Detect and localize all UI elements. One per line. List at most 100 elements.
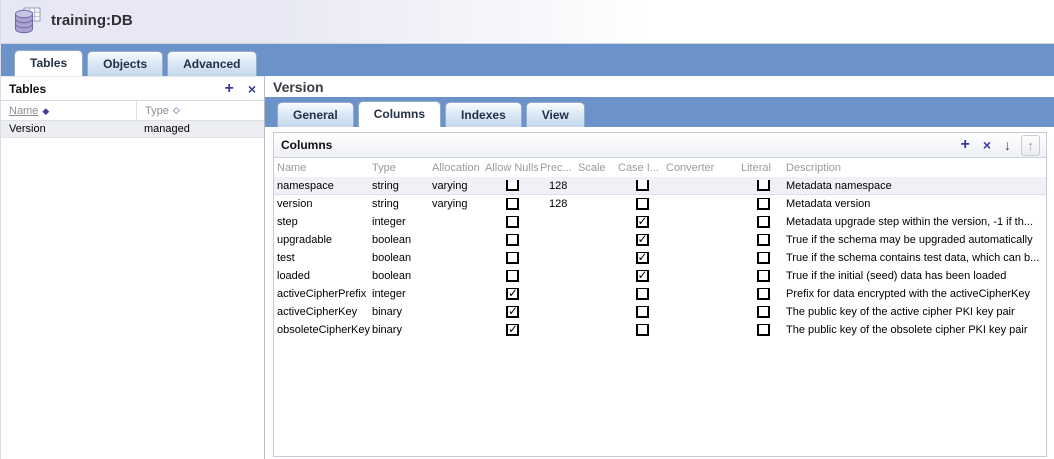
unchecked-checkbox[interactable]: [636, 198, 649, 210]
unchecked-checkbox[interactable]: [636, 306, 649, 318]
unchecked-checkbox[interactable]: [757, 216, 770, 228]
cell-allow-nulls: [485, 180, 540, 192]
header-cell-name[interactable]: Name: [277, 162, 372, 174]
header-cell-case-insensitive[interactable]: Case I...: [618, 162, 666, 174]
header-cell-converter[interactable]: Converter: [666, 162, 741, 174]
header-cell-type[interactable]: Type: [372, 162, 432, 174]
cell-allocation: varying: [432, 180, 485, 192]
tables-panel-title: Tables: [9, 82, 210, 96]
remove-table-icon[interactable]: ×: [248, 82, 256, 96]
cell-type: binary: [372, 324, 432, 336]
add-column-icon[interactable]: +: [960, 137, 969, 153]
detail-title: Version: [265, 76, 1054, 97]
unchecked-checkbox[interactable]: [506, 198, 519, 210]
checked-checkbox[interactable]: [636, 270, 649, 282]
tab-tables[interactable]: Tables: [14, 50, 83, 76]
window: training:DB Tables Objects Advanced Tabl…: [0, 0, 1054, 459]
cell-type: boolean: [372, 234, 432, 246]
sort-none-icon: ◇: [173, 105, 180, 116]
table-row[interactable]: testbooleanTrue if the schema contains t…: [274, 249, 1046, 267]
cell-literal: [741, 198, 786, 210]
checked-checkbox[interactable]: [636, 216, 649, 228]
cell-case-insensitive: [618, 180, 666, 192]
cell-case-insensitive: [618, 198, 666, 210]
unchecked-checkbox[interactable]: [636, 180, 649, 192]
cell-description: Prefix for data encrypted with the activ…: [786, 288, 1046, 300]
columns-panel: Columns + × ↓ ↑ Name Type Allocation All…: [273, 132, 1047, 457]
unchecked-checkbox[interactable]: [636, 324, 649, 336]
cell-case-insensitive: [618, 288, 666, 300]
sort-asc-icon: ◆: [42, 106, 49, 116]
header-cell-allow-nulls[interactable]: Allow Nulls: [485, 162, 540, 174]
window-title: training:DB: [51, 12, 133, 31]
cell-allow-nulls: [485, 288, 540, 300]
unchecked-checkbox[interactable]: [506, 216, 519, 228]
cell-literal: [741, 234, 786, 246]
cell-allow-nulls: [485, 306, 540, 318]
unchecked-checkbox[interactable]: [757, 306, 770, 318]
table-row[interactable]: activeCipherKeybinaryThe public key of t…: [274, 303, 1046, 321]
cell-type: integer: [372, 288, 432, 300]
checked-checkbox[interactable]: [636, 234, 649, 246]
checked-checkbox[interactable]: [506, 324, 519, 336]
cell-literal: [741, 180, 786, 192]
tab-view[interactable]: View: [526, 102, 585, 127]
columns-panel-wrap: Columns + × ↓ ↑ Name Type Allocation All…: [265, 127, 1054, 459]
checked-checkbox[interactable]: [636, 252, 649, 264]
unchecked-checkbox[interactable]: [506, 180, 519, 192]
unchecked-checkbox[interactable]: [757, 198, 770, 210]
unchecked-checkbox[interactable]: [757, 252, 770, 264]
tables-header-type[interactable]: Type◇: [136, 101, 264, 120]
cell-name: step: [277, 216, 372, 228]
cell-description: True if the schema contains test data, w…: [786, 252, 1046, 264]
columns-table-body: namespacestringvarying128Metadata namesp…: [274, 177, 1046, 339]
unchecked-checkbox[interactable]: [506, 234, 519, 246]
columns-panel-header: Columns + × ↓ ↑: [274, 133, 1046, 158]
unchecked-checkbox[interactable]: [757, 180, 770, 192]
table-row[interactable]: upgradablebooleanTrue if the schema may …: [274, 231, 1046, 249]
header-cell-scale[interactable]: Scale: [578, 162, 618, 174]
unchecked-checkbox[interactable]: [757, 288, 770, 300]
add-table-icon[interactable]: +: [224, 81, 233, 97]
unchecked-checkbox[interactable]: [506, 270, 519, 282]
unchecked-checkbox[interactable]: [757, 270, 770, 282]
cell-description: Metadata version: [786, 198, 1046, 210]
cell-name: loaded: [277, 270, 372, 282]
header-cell-precision[interactable]: Prec...: [540, 162, 578, 174]
checked-checkbox[interactable]: [506, 288, 519, 300]
table-row[interactable]: activeCipherPrefixintegerPrefix for data…: [274, 285, 1046, 303]
main-tab-bar: Tables Objects Advanced: [1, 44, 1054, 76]
tables-header-name[interactable]: Name◆: [1, 105, 136, 117]
tab-objects[interactable]: Objects: [87, 51, 163, 76]
table-row[interactable]: namespacestringvarying128Metadata namesp…: [274, 177, 1046, 195]
header-cell-literal[interactable]: Literal: [741, 162, 786, 174]
move-up-button[interactable]: ↑: [1021, 135, 1040, 156]
unchecked-checkbox[interactable]: [506, 252, 519, 264]
cell-table-name: Version: [1, 123, 136, 135]
move-down-icon[interactable]: ↓: [1004, 138, 1011, 152]
cell-type: string: [372, 198, 432, 210]
cell-type: boolean: [372, 270, 432, 282]
table-row[interactable]: stepintegerMetadata upgrade step within …: [274, 213, 1046, 231]
cell-literal: [741, 270, 786, 282]
table-row[interactable]: Version managed: [1, 121, 264, 138]
unchecked-checkbox[interactable]: [757, 324, 770, 336]
unchecked-checkbox[interactable]: [757, 234, 770, 246]
unchecked-checkbox[interactable]: [636, 288, 649, 300]
tab-columns[interactable]: Columns: [358, 101, 441, 127]
table-row[interactable]: versionstringvarying128Metadata version: [274, 195, 1046, 213]
cell-description: True if the initial (seed) data has been…: [786, 270, 1046, 282]
header-cell-description[interactable]: Description: [786, 162, 1046, 174]
window-header: training:DB: [1, 0, 1054, 44]
move-up-icon: ↑: [1027, 138, 1034, 153]
table-row[interactable]: obsoleteCipherKeybinaryThe public key of…: [274, 321, 1046, 339]
remove-column-icon[interactable]: ×: [983, 138, 991, 152]
tables-panel: Tables + × Name◆ Type◇ Version managed: [1, 76, 265, 459]
header-cell-allocation[interactable]: Allocation: [432, 162, 485, 174]
cell-literal: [741, 216, 786, 228]
checked-checkbox[interactable]: [506, 306, 519, 318]
tab-general[interactable]: General: [277, 102, 354, 127]
table-row[interactable]: loadedboolean True if the initial (seed) …: [274, 267, 1046, 285]
tab-advanced[interactable]: Advanced: [167, 51, 256, 76]
tab-indexes[interactable]: Indexes: [445, 102, 522, 127]
